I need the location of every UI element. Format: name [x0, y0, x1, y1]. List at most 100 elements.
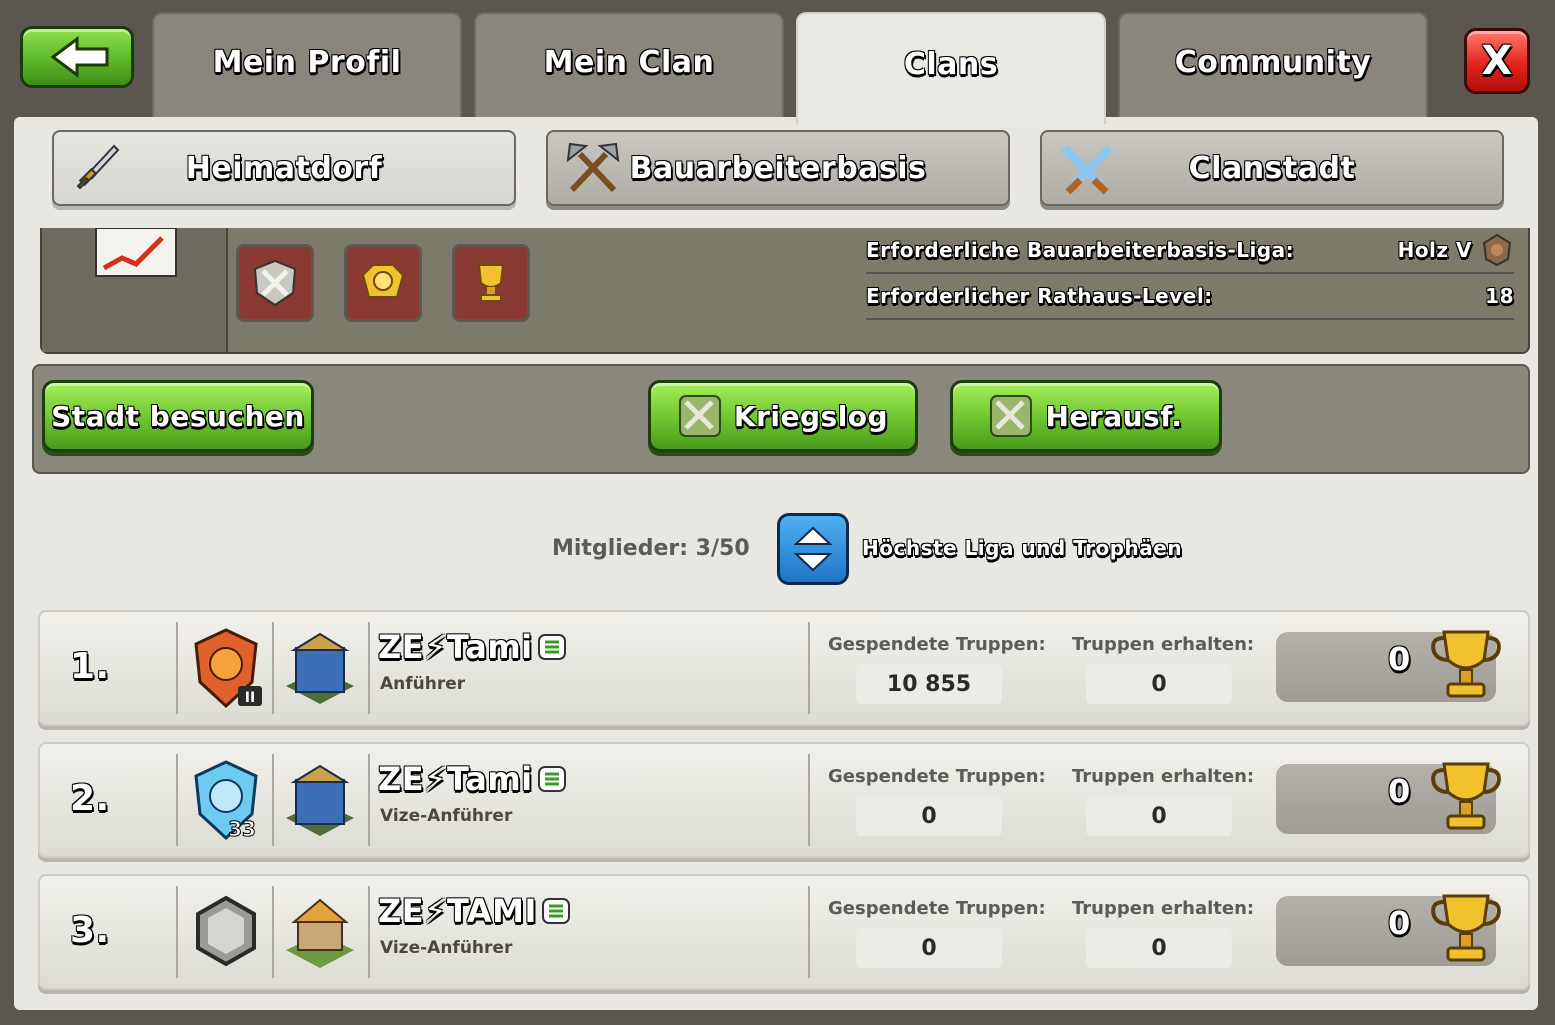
clan-chart-area	[42, 228, 228, 352]
member-role: Vize-Anführer	[380, 806, 513, 826]
sort-button[interactable]	[777, 513, 849, 585]
donated-label: Gespendete Truppen:	[828, 634, 1046, 655]
subtab-label: Bauarbeiterbasis	[629, 150, 927, 186]
divider	[808, 886, 810, 978]
trophy-count: 0	[1388, 904, 1411, 942]
chart-icon	[95, 228, 177, 277]
members-count: Mitglieder: 3/50	[552, 536, 750, 561]
donated-value: 10 855	[856, 664, 1002, 704]
tab-label: Clans	[903, 46, 999, 82]
chat-icon	[541, 898, 570, 924]
challenge-button[interactable]: Herausf.	[950, 380, 1222, 452]
member-row[interactable]: 1. II ZE⚡Tami Anführer Gespendete Truppe…	[38, 610, 1530, 726]
town-hall-icon	[286, 764, 354, 836]
member-name: ZE⚡Tami	[378, 760, 567, 798]
tab-label: Community	[1174, 44, 1372, 80]
war-log-button[interactable]: Kriegslog	[648, 380, 918, 452]
close-icon: X	[1481, 38, 1513, 84]
subtab-label: Heimatdorf	[185, 150, 383, 186]
back-button[interactable]	[20, 26, 134, 88]
member-rank: 3.	[70, 910, 110, 951]
button-label: Kriegslog	[733, 399, 889, 433]
divider	[368, 886, 370, 978]
member-role: Anführer	[380, 674, 466, 694]
member-name-text: ZE⚡TAMI	[378, 892, 537, 930]
trophy-count: 0	[1388, 640, 1411, 678]
received-value: 0	[1086, 796, 1232, 836]
divider	[176, 754, 178, 846]
member-role: Vize-Anführer	[380, 938, 513, 958]
received-value: 0	[1086, 664, 1232, 704]
donated-label: Gespendete Truppen:	[828, 898, 1046, 919]
tab-label: Mein Profil	[212, 44, 402, 80]
divider	[808, 622, 810, 714]
member-row[interactable]: 3. ZE⚡TAMI Vize-Anführer Gespendete Trup…	[38, 874, 1530, 990]
sort-arrows-icon	[793, 526, 833, 572]
divider	[272, 754, 274, 846]
member-rank: 2.	[70, 778, 110, 819]
member-rank: 1.	[70, 646, 110, 687]
war-badge[interactable]	[236, 244, 314, 322]
divider	[176, 886, 178, 978]
tab-mein-profil[interactable]: Mein Profil	[152, 12, 462, 120]
donated-value: 0	[856, 796, 1002, 836]
divider	[176, 622, 178, 714]
divider	[368, 754, 370, 846]
chat-icon	[537, 766, 566, 792]
crossed-axes-icon	[566, 142, 620, 193]
tab-mein-clan[interactable]: Mein Clan	[474, 12, 784, 120]
trophy-badge[interactable]	[452, 244, 530, 322]
subtab-label: Clanstadt	[1188, 150, 1356, 186]
requirement-value: 18	[1485, 284, 1514, 308]
requirement-value: Holz V	[1397, 238, 1472, 262]
subtab-bauarbeiterbasis[interactable]: Bauarbeiterbasis	[546, 130, 1010, 206]
button-label: Herausf.	[1045, 399, 1183, 433]
divider	[272, 622, 274, 714]
received-label: Truppen erhalten:	[1072, 766, 1255, 787]
divider	[368, 622, 370, 714]
sort-label: Höchste Liga und Trophäen	[862, 536, 1183, 560]
trophy-icon	[1431, 894, 1501, 962]
crossed-swords-shield-icon	[253, 259, 297, 307]
chat-icon	[537, 634, 566, 660]
received-label: Truppen erhalten:	[1072, 898, 1255, 919]
divider	[808, 754, 810, 846]
legend-league-icon: 33	[194, 760, 258, 842]
requirement-label: Erforderliche Bauarbeiterbasis-Liga:	[866, 238, 1295, 262]
action-bar: Stadt besuchen Kriegslog Herausf.	[32, 364, 1530, 474]
crossed-swords-icon	[990, 395, 1033, 437]
member-name-text: ZE⚡Tami	[378, 760, 533, 798]
sword-icon	[76, 144, 120, 190]
subtab-heimatdorf[interactable]: Heimatdorf	[52, 130, 516, 206]
townhall-requirement: Erforderlicher Rathaus-Level: 18	[866, 274, 1514, 320]
subtab-clanstadt[interactable]: Clanstadt	[1040, 130, 1504, 206]
close-button[interactable]: X	[1464, 28, 1530, 94]
member-name-text: ZE⚡Tami	[378, 628, 533, 666]
league-badge[interactable]	[344, 244, 422, 322]
received-label: Truppen erhalten:	[1072, 634, 1255, 655]
crossed-swords-icon	[1060, 144, 1114, 195]
member-name: ZE⚡Tami	[378, 628, 567, 666]
gold-league-icon	[361, 264, 405, 298]
crossed-swords-icon	[678, 395, 721, 437]
trophy-icon	[1431, 630, 1501, 698]
league-level: II	[245, 690, 255, 706]
button-label: Stadt besuchen	[51, 399, 305, 433]
wood-league-icon	[1482, 233, 1512, 267]
donated-label: Gespendete Truppen:	[828, 766, 1046, 787]
visit-village-button[interactable]: Stadt besuchen	[42, 380, 314, 452]
member-row[interactable]: 2. 33 ZE⚡Tami Vize-Anführer Gespendete T…	[38, 742, 1530, 858]
tab-community[interactable]: Community	[1118, 12, 1428, 120]
unranked-league-icon	[196, 895, 256, 967]
trophy-icon	[1431, 762, 1501, 830]
donated-value: 0	[856, 928, 1002, 968]
tab-clans[interactable]: Clans	[796, 12, 1106, 124]
received-value: 0	[1086, 928, 1232, 968]
trophy-icon	[477, 264, 505, 302]
tab-label: Mein Clan	[543, 44, 715, 80]
member-name: ZE⚡TAMI	[378, 892, 571, 930]
league-level: 33	[228, 817, 256, 841]
town-hall-icon	[286, 632, 354, 704]
titan-league-icon: II	[194, 628, 262, 709]
clan-info-strip: Erforderliche Bauarbeiterbasis-Liga: Hol…	[40, 228, 1530, 354]
